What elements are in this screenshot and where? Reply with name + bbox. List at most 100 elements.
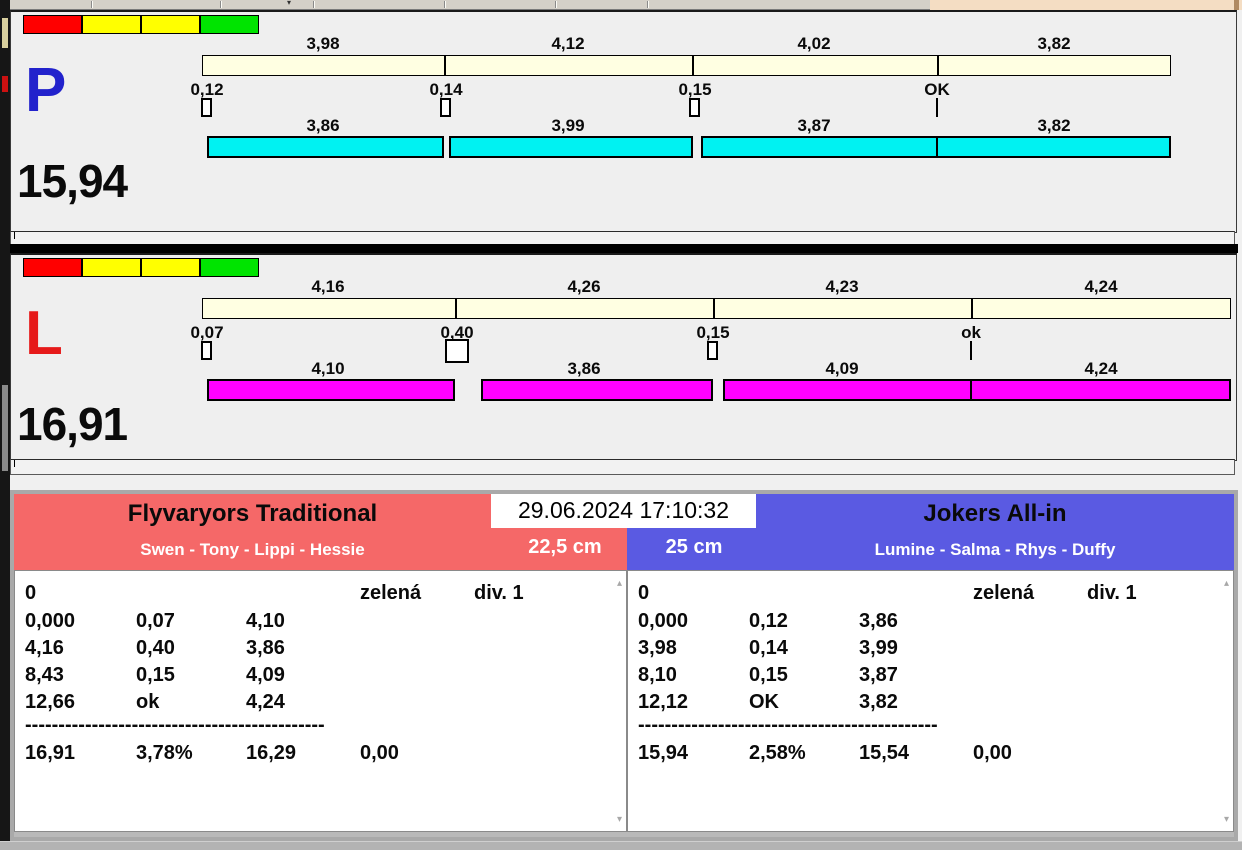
- table-cell: 0,14: [749, 638, 788, 658]
- cursor-tick: [14, 232, 15, 239]
- table-cell: 0: [638, 583, 649, 603]
- background-fleck: [2, 18, 8, 48]
- table-cell: 0,15: [749, 665, 788, 685]
- table-cell: 0,15: [136, 665, 175, 685]
- table-cell: 3,98: [638, 638, 677, 658]
- split-bar-divider: [713, 298, 715, 319]
- toolbar-segment: [313, 1, 315, 8]
- team-right-results: ▴ ▾ 0zelenádiv. 10,0000,123,863,980,143,…: [627, 570, 1234, 832]
- status-light: [200, 258, 259, 277]
- lane-divider: [10, 244, 1238, 253]
- exchange-time-label: 0,07: [167, 323, 247, 343]
- table-cell: ok: [136, 692, 159, 712]
- team-name: Flyvaryors Traditional: [14, 500, 491, 528]
- split-time-label: 4,16: [283, 277, 373, 297]
- table-separator: ----------------------------------------…: [25, 715, 325, 735]
- split-bar-track: [202, 55, 1171, 76]
- table-cell: 8,43: [25, 665, 64, 685]
- table-cell: 4,24: [246, 692, 285, 712]
- split-bar-divider: [444, 55, 446, 76]
- lane-total-time: 15,94: [17, 158, 127, 204]
- scroll-down-icon[interactable]: ▾: [1224, 815, 1229, 825]
- toolbar-segment: [444, 1, 446, 8]
- table-total-cell: 2,58%: [749, 743, 806, 763]
- table-cell: 4,16: [25, 638, 64, 658]
- toolbar-dropdown-icon[interactable]: ▾: [287, 0, 291, 7]
- team-distance: 25 cm: [649, 536, 739, 559]
- table-cell: 4,09: [246, 665, 285, 685]
- background-fleck: [2, 76, 8, 92]
- table-cell: zelená: [360, 583, 421, 603]
- status-light: [82, 258, 141, 277]
- table-total-cell: 0,00: [360, 743, 399, 763]
- scroll-up-icon[interactable]: ▴: [1224, 579, 1229, 589]
- table-cell: 3,87: [859, 665, 898, 685]
- exchange-marker-box: [201, 341, 212, 360]
- lane-panel-l: L 16,91 4,164,264,234,240,070,400,15ok4,…: [10, 253, 1237, 461]
- exchange-marker-line: [936, 98, 938, 117]
- top-right-strip: [930, 0, 1242, 10]
- table-total-cell: 16,29: [246, 743, 296, 763]
- strip-edge: [1234, 0, 1239, 10]
- split-time-label: 4,26: [539, 277, 629, 297]
- table-cell: 0,000: [638, 611, 688, 631]
- leg-time-label: 4,09: [797, 359, 887, 379]
- leg-bar: [449, 136, 693, 158]
- scroll-up-icon[interactable]: ▴: [617, 579, 622, 589]
- table-cell: 0: [25, 583, 36, 603]
- exchange-marker-box: [440, 98, 451, 117]
- leg-bar: [701, 136, 938, 158]
- split-time-label: 4,24: [1056, 277, 1146, 297]
- table-cell: 12,12: [638, 692, 688, 712]
- exchange-time-label: OK: [897, 80, 977, 100]
- background-window-sliver: [0, 0, 10, 850]
- toolbar-segment: [91, 1, 93, 8]
- leg-bar: [970, 379, 1231, 401]
- exchange-marker-box: [707, 341, 718, 360]
- leg-bar: [207, 379, 455, 401]
- background-scrollbar-sliver: [2, 385, 8, 471]
- table-total-cell: 0,00: [973, 743, 1012, 763]
- table-cell: 3,86: [246, 638, 285, 658]
- status-light: [141, 15, 200, 34]
- leg-time-label: 3,87: [769, 116, 859, 136]
- team-members: Lumine - Salma - Rhys - Duffy: [756, 540, 1234, 560]
- leg-time-label: 4,24: [1056, 359, 1146, 379]
- exchange-marker-line: [970, 341, 972, 360]
- table-total-cell: 15,54: [859, 743, 909, 763]
- status-light: [200, 15, 259, 34]
- leg-time-label: 3,82: [1009, 116, 1099, 136]
- exchange-time-label: 0,12: [167, 80, 247, 100]
- toolbar-segment: [647, 1, 649, 8]
- split-time-label: 4,23: [797, 277, 887, 297]
- table-cell: 0,40: [136, 638, 175, 658]
- table-cell: 12,66: [25, 692, 75, 712]
- window-bottom-edge: [0, 841, 1242, 850]
- leg-time-label: 4,10: [283, 359, 373, 379]
- table-cell: 0,000: [25, 611, 75, 631]
- app-window: ▾ P 15,94 3,984,124,023,820,120,140,15OK…: [0, 0, 1242, 850]
- scroll-down-icon[interactable]: ▾: [617, 815, 622, 825]
- status-light: [82, 15, 141, 34]
- lane-panel-p: P 15,94 3,984,124,023,820,120,140,15OK3,…: [10, 10, 1237, 233]
- split-time-label: 4,12: [523, 34, 613, 54]
- table-cell: OK: [749, 692, 779, 712]
- results-frame: Flyvaryors Traditional Swen - Tony - Lip…: [10, 490, 1238, 841]
- leg-time-label: 3,86: [278, 116, 368, 136]
- leg-bar: [481, 379, 713, 401]
- leg-bar: [207, 136, 444, 158]
- team-name: Jokers All-in: [756, 500, 1234, 528]
- status-light: [141, 258, 200, 277]
- split-time-label: 3,82: [1009, 34, 1099, 54]
- table-cell: 3,86: [859, 611, 898, 631]
- toolbar-segment: [555, 1, 557, 8]
- table-cell: 4,10: [246, 611, 285, 631]
- table-cell: 0,12: [749, 611, 788, 631]
- exchange-time-label: 0,15: [673, 323, 753, 343]
- table-cell: div. 1: [1087, 583, 1137, 603]
- status-light: [23, 15, 82, 34]
- team-distance: 22,5 cm: [509, 536, 621, 559]
- exchange-marker-box: [689, 98, 700, 117]
- split-time-label: 4,02: [769, 34, 859, 54]
- split-bar-track: [202, 298, 1231, 319]
